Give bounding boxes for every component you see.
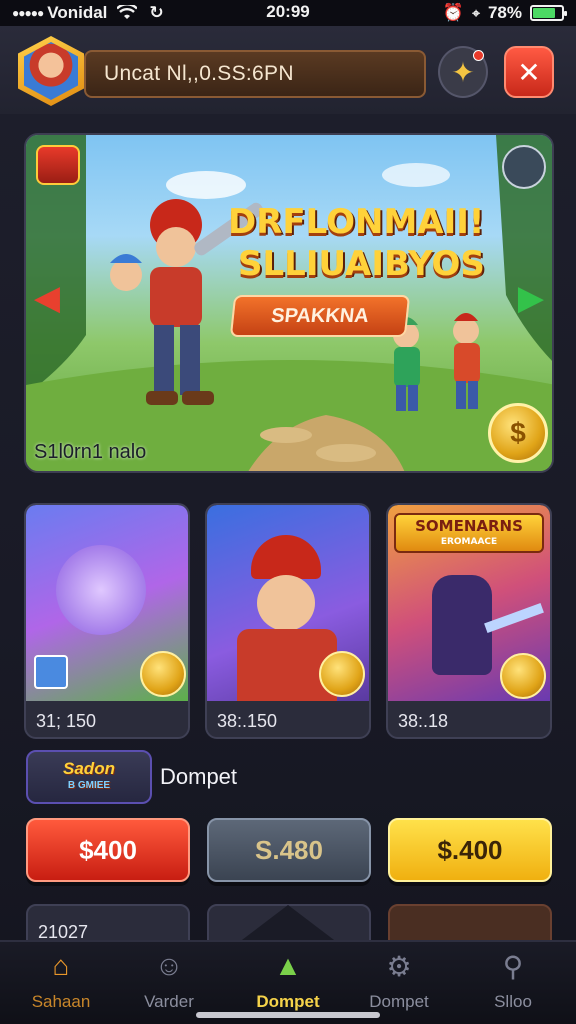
- notification-dot: [473, 50, 484, 61]
- amount-label: $400: [79, 834, 137, 865]
- carrier-name: Vonidal: [47, 3, 108, 22]
- vendor-icon: ☺: [154, 950, 184, 981]
- nav-label: Dompet: [256, 992, 320, 1011]
- header-title-bar: Uncat Nl,,0.SS:6PN: [84, 50, 426, 98]
- game-card-art: [26, 505, 188, 701]
- coin-icon: $: [488, 403, 548, 463]
- nav-label: Varder: [144, 992, 194, 1011]
- carousel-next-icon[interactable]: ▶: [516, 275, 546, 321]
- wifi-icon: [117, 5, 138, 19]
- home-indicator: [196, 1012, 380, 1018]
- game-card-banner: SOMENARNS EROMAACE: [394, 513, 544, 553]
- game-card-art: [207, 505, 369, 701]
- close-button[interactable]: ✕: [504, 46, 554, 98]
- signal-dots-icon: ●●●●●: [12, 6, 44, 20]
- nav-item-settings[interactable]: ⚙ Dompet: [344, 948, 454, 1012]
- hero-caption: S1l0rn1 nalo: [34, 441, 147, 463]
- battery-icon: [530, 5, 567, 21]
- blade-art: [484, 603, 544, 633]
- puzzle-icon: ✦: [451, 56, 475, 88]
- amount-button-yellow[interactable]: $.400: [388, 818, 552, 882]
- battery-percent: 78%: [487, 3, 522, 22]
- game-card-3[interactable]: SOMENARNS EROMAACE 38:.18: [386, 503, 552, 739]
- status-right: ⏰ ⌖ 78%: [442, 3, 567, 23]
- nav-item-home[interactable]: ⌂ Sahaan: [6, 948, 116, 1012]
- battery-fill: [533, 8, 555, 18]
- wallet-logo: Sadon B GMIEE: [26, 750, 152, 804]
- settings-icon: ⚙: [386, 950, 412, 982]
- game-card-1[interactable]: 31; 150: [24, 503, 190, 739]
- hero-title-line2: SLLIUAIBYOS: [238, 244, 485, 284]
- wallet-icon: ▲: [274, 950, 302, 981]
- amount-label: $.400: [437, 834, 503, 865]
- coin-icon: [500, 653, 546, 699]
- search-icon: ⚲: [502, 950, 524, 982]
- alarm-icon: ⏰: [442, 3, 465, 22]
- nav-label: Sahaan: [31, 992, 91, 1011]
- location-icon: ⌖: [472, 4, 480, 21]
- nav-item-search[interactable]: ⚲ Slloo: [458, 948, 568, 1012]
- home-icon: ⌂: [52, 950, 70, 981]
- amount-label: S.480: [255, 834, 323, 865]
- amount-button-red[interactable]: $400: [26, 818, 190, 882]
- nav-item-vendor[interactable]: ☺ Varder: [114, 948, 224, 1012]
- coin-icon: [319, 651, 365, 697]
- nav-item-wallet[interactable]: ▲ Dompet: [233, 948, 343, 1012]
- hero-title-line1: DRFLONMAII!: [228, 202, 485, 242]
- trophy-badge-icon[interactable]: [502, 145, 546, 189]
- carousel-prev-icon[interactable]: ◀: [32, 275, 62, 321]
- sword-tile-icon: [34, 655, 68, 689]
- game-card-value: 31; 150: [36, 711, 97, 731]
- hero-helmet-art: [251, 535, 321, 579]
- status-left: ●●●●● Vonidal ↻: [12, 3, 232, 23]
- avatar[interactable]: [18, 36, 84, 106]
- nav-label: Dompet: [369, 992, 429, 1011]
- game-card-art: SOMENARNS EROMAACE: [388, 505, 550, 701]
- puzzle-button[interactable]: ✦: [438, 46, 488, 98]
- hero-face-art: [257, 575, 315, 631]
- ninja-figure-art: [432, 575, 492, 675]
- status-bar: ●●●●● Vonidal ↻ 20:99 ⏰ ⌖ 78%: [0, 0, 576, 26]
- game-card-value: 38:.150: [217, 711, 278, 731]
- amount-button-gray[interactable]: S.480: [207, 818, 371, 882]
- hero-cta-button[interactable]: SPAKKNA: [229, 295, 411, 337]
- game-card-banner-sub: EROMAACE: [440, 537, 498, 547]
- game-card-2[interactable]: 38:.150: [205, 503, 371, 739]
- avatar-portrait: [24, 42, 78, 100]
- game-card-banner-title: SOMENARNS: [415, 517, 523, 535]
- wallet-logo-text: Sadon B GMIEE: [63, 760, 115, 794]
- hero-cta-label: SPAKKNA: [270, 304, 370, 327]
- app-header: Uncat Nl,,0.SS:6PN ✦ ✕: [0, 26, 576, 114]
- coin-icon: [140, 651, 186, 697]
- nav-label: Slloo: [494, 992, 532, 1011]
- close-icon: ✕: [517, 56, 541, 88]
- coin-symbol: $: [510, 417, 526, 448]
- sync-icon: ↻: [149, 3, 164, 22]
- hero-banner[interactable]: DRFLONMAII! SLLIUAIBYOS SPAKKNA ◀ ▶ S1l0…: [24, 133, 554, 473]
- gift-icon[interactable]: [36, 145, 80, 185]
- wallet-logo-sub: B GMIEE: [67, 780, 111, 791]
- magic-orb-art: [56, 545, 146, 635]
- wallet-label: Dompet: [160, 764, 238, 789]
- header-title: Uncat Nl,,0.SS:6PN: [104, 62, 294, 85]
- game-card-value: 38:.18: [398, 711, 449, 731]
- wallet-logo-title: Sadon: [63, 759, 115, 778]
